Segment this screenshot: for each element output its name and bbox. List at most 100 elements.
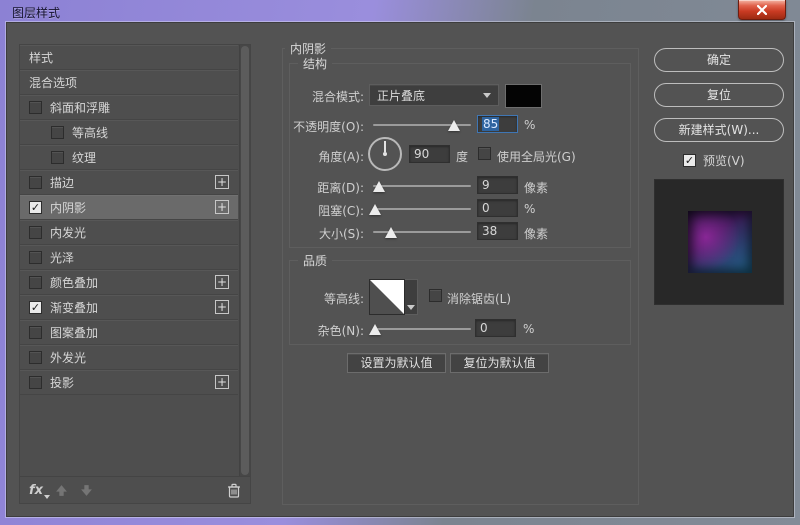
effect-checkbox[interactable] [29,251,42,264]
sidebar-item-label: 纹理 [72,149,96,166]
blend-mode-value: 正片叠底 [377,87,425,104]
effect-checkbox[interactable] [29,351,42,364]
effect-checkbox[interactable] [29,226,42,239]
angle-label: 角度(A): [283,148,364,165]
angle-unit: 度 [456,148,468,165]
sidebar-footer: fx [20,476,250,503]
sidebar-item[interactable]: 等高线 [20,120,238,145]
add-effect-icon[interactable]: + [215,175,229,189]
sidebar-item[interactable]: ✓内阴影+ [20,195,238,220]
quality-group-title: 品质 [298,252,332,269]
sidebar-item-label: 投影 [50,374,74,391]
sidebar-item[interactable]: 描边 + [20,170,238,195]
add-effect-icon[interactable]: + [215,275,229,289]
sidebar-item-label: 图案叠加 [50,324,98,341]
effect-checkbox[interactable] [51,151,64,164]
add-effect-icon[interactable]: + [215,375,229,389]
close-button[interactable] [738,0,786,20]
sidebar-item-label: 颜色叠加 [50,274,98,291]
angle-dial[interactable] [368,137,402,171]
effect-checkbox[interactable] [29,326,42,339]
effect-checkbox[interactable] [29,101,42,114]
effects-sidebar: 样式混合选项斜面和浮雕等高线纹理描边+✓内阴影+内发光光泽颜色叠加+✓渐变叠加+… [19,44,251,504]
sidebar-item-label: 描边 [50,174,74,191]
chevron-down-icon [407,305,415,310]
noise-label: 杂色(N): [283,322,364,339]
contour-thumbnail[interactable] [369,279,405,315]
contour-picker[interactable] [369,279,418,315]
contour-label: 等高线: [283,290,364,307]
effect-checkbox[interactable] [29,176,42,189]
global-light-label: 使用全局光(G) [497,148,576,165]
shadow-color-swatch[interactable] [505,84,542,108]
sidebar-item[interactable]: ✓ 渐变叠加 + [20,295,238,320]
global-light-checkbox[interactable] [478,147,491,160]
noise-input[interactable]: 0 [475,319,516,337]
fx-menu-icon[interactable]: fx [29,483,43,498]
add-effect-icon[interactable]: + [215,200,229,214]
effect-checkbox[interactable] [51,126,64,139]
sidebar-item-label: 等高线 [72,124,108,141]
reset-button[interactable]: 复位 [654,83,784,107]
sidebar-item-label: 样式 [29,49,53,66]
angle-input[interactable]: 90 [409,145,450,163]
sidebar-item[interactable]: 斜面和浮雕 [20,95,238,120]
move-down-icon[interactable] [80,484,93,497]
reset-default-button[interactable]: 复位为默认值 [450,353,549,373]
sidebar-item[interactable]: 外发光 [20,345,238,370]
sidebar-item[interactable]: 光泽 [20,245,238,270]
distance-label: 距离(D): [283,179,364,196]
chevron-down-icon [483,93,491,98]
sidebar-item[interactable]: 内发光 [20,220,238,245]
move-up-icon[interactable] [55,484,68,497]
size-slider[interactable] [373,225,471,239]
set-default-button[interactable]: 设置为默认值 [347,353,446,373]
size-input[interactable]: 38 [477,222,518,240]
sidebar-item[interactable]: 图案叠加 [20,320,238,345]
opacity-unit: % [524,118,535,132]
close-icon [757,5,767,15]
antialias-checkbox[interactable] [429,289,442,302]
blend-mode-select[interactable]: 正片叠底 [369,84,499,106]
sidebar-item-label: 光泽 [50,249,74,266]
sidebar-item[interactable]: 纹理 [20,145,238,170]
window-title: 图层样式 [12,4,60,21]
effect-checkbox[interactable]: ✓ [29,201,42,214]
noise-slider[interactable] [373,322,471,336]
sidebar-item-label: 内发光 [50,224,86,241]
sidebar-item[interactable]: 混合选项 [20,70,238,95]
angle-needle [384,141,386,152]
sidebar-item-label: 渐变叠加 [50,299,98,316]
layer-style-dialog: { "window": { "title": "图层样式" }, "icons"… [0,0,800,525]
opacity-slider[interactable] [373,118,471,132]
distance-input[interactable]: 9 [477,176,518,194]
choke-input[interactable]: 0 [477,199,518,217]
choke-slider[interactable] [373,202,471,216]
sidebar-item-label: 斜面和浮雕 [50,99,110,116]
dialog-body: 样式混合选项斜面和浮雕等高线纹理描边+✓内阴影+内发光光泽颜色叠加+✓渐变叠加+… [6,22,794,517]
sidebar-item[interactable]: 投影 + [20,370,238,395]
sidebar-item-label: 混合选项 [29,74,77,91]
new-style-button[interactable]: 新建样式(W)... [654,118,784,142]
effect-checkbox[interactable]: ✓ [29,301,42,314]
effect-checkbox[interactable] [29,376,42,389]
titlebar[interactable]: 图层样式 [0,0,800,22]
opacity-input[interactable]: 85 [477,115,518,133]
delete-effect-icon[interactable] [227,483,241,498]
ok-button[interactable]: 确定 [654,48,784,72]
sidebar-item[interactable]: 颜色叠加 + [20,270,238,295]
distance-slider[interactable] [373,179,471,193]
add-effect-icon[interactable]: + [215,300,229,314]
sidebar-list: 样式混合选项斜面和浮雕等高线纹理描边+✓内阴影+内发光光泽颜色叠加+✓渐变叠加+… [20,45,238,395]
choke-label: 阻塞(C): [283,202,364,219]
structure-group-title: 结构 [298,55,332,72]
preview-toggle[interactable]: ✓ 预览(V) [683,152,745,169]
effect-checkbox[interactable] [29,276,42,289]
distance-unit: 像素 [524,179,548,196]
inner-shadow-panel: 内阴影 结构 混合模式: 正片叠底 不透明度(O): 85 % 角度(A): 9… [282,48,639,505]
sidebar-item[interactable]: 样式 [20,45,238,70]
style-preview [654,179,784,305]
size-unit: 像素 [524,225,548,242]
sidebar-scrollbar[interactable] [239,45,250,476]
preview-checkbox[interactable]: ✓ [683,154,696,167]
